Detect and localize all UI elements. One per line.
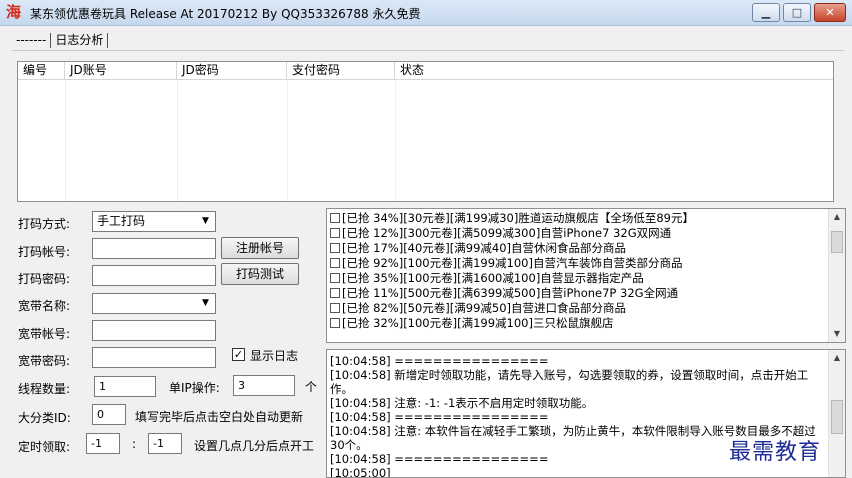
coupon-item[interactable]: [已抢 35%][100元卷][满1600减100]自营显示器指定产品 — [327, 271, 845, 286]
timer-separator: : — [132, 437, 137, 451]
accounts-table[interactable]: 编号 JD账号 JD密码 支付密码 状态 — [17, 61, 834, 202]
broadband-password-input[interactable] — [92, 347, 216, 368]
close-button[interactable]: ✕ — [814, 3, 846, 22]
register-account-button[interactable]: 注册帐号 — [221, 237, 299, 259]
captcha-password-label: 打码密码: — [18, 272, 71, 286]
maximize-button[interactable]: □ — [783, 3, 811, 22]
coupon-item[interactable]: [已抢 11%][500元卷][满6399减500]自营iPhone7P 32G… — [327, 286, 845, 301]
scroll-up-icon[interactable]: ▲ — [829, 350, 845, 366]
log-line: [10:04:58] 新增定时领取功能，请先导入账号，勾选要领取的券，设置领取时… — [330, 368, 809, 396]
log-line: [10:04:58] 注意: -1: -1表示不启用定时领取功能。 — [330, 396, 594, 410]
coupon-checkbox[interactable] — [330, 318, 340, 328]
coupon-checkbox[interactable] — [330, 228, 340, 238]
coupon-text: [已抢 35%][100元卷][满1600减100]自营显示器指定产品 — [342, 271, 644, 285]
timer-label: 定时领取: — [18, 440, 71, 454]
log-panel-scrollbar[interactable]: ▲ — [828, 350, 845, 477]
broadband-password-label: 宽带密码: — [18, 354, 71, 368]
column-header-pay-password[interactable]: 支付密码 — [287, 62, 395, 79]
captcha-account-label: 打码帐号: — [18, 245, 71, 259]
tab-bar: ------- 日志分析 — [12, 31, 109, 49]
broadband-name-label: 宽带名称: — [18, 299, 71, 313]
broadband-account-label: 宽带帐号: — [18, 327, 71, 341]
column-header-status[interactable]: 状态 — [395, 62, 833, 79]
captcha-mode-select[interactable]: 手工打码 ▼ — [92, 211, 216, 232]
coupon-text: [已抢 32%][100元卷][满199减100]三只松鼠旗舰店 — [342, 316, 614, 330]
scroll-thumb[interactable] — [831, 231, 843, 253]
coupon-item[interactable]: [已抢 34%][30元卷][满199减30]胜道运动旗舰店【全场低至89元】 — [327, 211, 845, 226]
per-ip-label: 单IP操作: — [169, 381, 220, 395]
tab-log-analysis[interactable]: 日志分析 — [51, 32, 109, 48]
show-log-checkbox[interactable]: ✓ — [232, 348, 245, 361]
log-line: [10:04:58] ================ — [330, 410, 549, 424]
minimize-button[interactable]: ▁ — [752, 3, 780, 22]
column-line — [65, 80, 66, 201]
threads-input[interactable]: 1 — [94, 376, 156, 397]
coupon-text: [已抢 34%][30元卷][满199减30]胜道运动旗舰店【全场低至89元】 — [342, 211, 694, 225]
coupon-text: [已抢 11%][500元卷][满6399减500]自营iPhone7P 32G… — [342, 286, 679, 300]
per-ip-unit: 个 — [305, 380, 318, 394]
log-line: [10:05:00] — [330, 466, 391, 478]
column-line — [395, 80, 396, 201]
timer-hint: 设置几点几分后点开工 — [194, 439, 315, 453]
title-bar: 海 某东领优惠卷玩具 Release At 20170212 By QQ3533… — [0, 0, 852, 26]
scroll-down-icon[interactable]: ▼ — [829, 326, 845, 342]
coupon-text: [已抢 82%][50元卷][满99减50]自营进口食品部分商品 — [342, 301, 627, 315]
coupon-text: [已抢 17%][40元卷][满99减40]自营休闲食品部分商品 — [342, 241, 627, 255]
category-label: 大分类ID: — [18, 411, 71, 425]
captcha-test-button[interactable]: 打码测试 — [221, 263, 299, 285]
log-line: [10:04:58] ================ — [330, 354, 549, 368]
column-header-jd-password[interactable]: JD密码 — [177, 62, 287, 79]
column-line — [287, 80, 288, 201]
scroll-thumb[interactable] — [831, 400, 843, 434]
coupon-list-scrollbar[interactable]: ▲ ▼ — [828, 209, 845, 342]
show-log-label: 显示日志 — [250, 349, 299, 363]
coupon-checkbox[interactable] — [330, 213, 340, 223]
coupon-checkbox[interactable] — [330, 273, 340, 283]
watermark: 最需教育 — [729, 440, 822, 465]
tab-main[interactable]: ------- — [12, 32, 52, 48]
coupon-checkbox[interactable] — [330, 243, 340, 253]
coupon-list[interactable]: [已抢 34%][30元卷][满199减30]胜道运动旗舰店【全场低至89元】[… — [326, 208, 846, 343]
accounts-table-header: 编号 JD账号 JD密码 支付密码 状态 — [18, 62, 833, 80]
coupon-item[interactable]: [已抢 82%][50元卷][满99减50]自营进口食品部分商品 — [327, 301, 845, 316]
category-input[interactable]: 0 — [92, 404, 126, 425]
chevron-down-icon[interactable]: ▼ — [198, 214, 213, 229]
window-title: 某东领优惠卷玩具 Release At 20170212 By QQ353326… — [30, 7, 421, 21]
broadband-account-input[interactable] — [92, 320, 216, 341]
column-header-jd-account[interactable]: JD账号 — [65, 62, 177, 79]
coupon-checkbox[interactable] — [330, 258, 340, 268]
captcha-mode-label: 打码方式: — [18, 217, 71, 231]
coupon-checkbox[interactable] — [330, 303, 340, 313]
coupon-item[interactable]: [已抢 12%][300元卷][满5099减300]自营iPhone7 32G双… — [327, 226, 845, 241]
per-ip-input[interactable]: 3 — [233, 375, 295, 396]
app-icon: 海 — [6, 3, 22, 21]
category-hint: 填写完毕后点击空白处自动更新 — [135, 410, 304, 424]
timer-hour-input[interactable]: -1 — [86, 433, 120, 454]
column-line — [177, 80, 178, 201]
coupon-text: [已抢 12%][300元卷][满5099减300]自营iPhone7 32G双… — [342, 226, 672, 240]
coupon-item[interactable]: [已抢 92%][100元卷][满199减100]自营汽车装饰自营类部分商品 — [327, 256, 845, 271]
broadband-name-select[interactable]: ▼ — [92, 293, 216, 314]
coupon-checkbox[interactable] — [330, 288, 340, 298]
captcha-account-input[interactable] — [92, 238, 216, 259]
threads-label: 线程数量: — [18, 382, 71, 396]
captcha-mode-value: 手工打码 — [97, 214, 146, 228]
coupon-item[interactable]: [已抢 32%][100元卷][满199减100]三只松鼠旗舰店 — [327, 316, 845, 331]
tab-divider — [12, 50, 844, 51]
chevron-down-icon[interactable]: ▼ — [198, 296, 213, 311]
timer-minute-input[interactable]: -1 — [148, 433, 182, 454]
coupon-text: [已抢 92%][100元卷][满199减100]自营汽车装饰自营类部分商品 — [342, 256, 683, 270]
column-header-id[interactable]: 编号 — [18, 62, 65, 79]
captcha-password-input[interactable] — [92, 265, 216, 286]
scroll-up-icon[interactable]: ▲ — [829, 209, 845, 225]
coupon-item[interactable]: [已抢 17%][40元卷][满99减40]自营休闲食品部分商品 — [327, 241, 845, 256]
